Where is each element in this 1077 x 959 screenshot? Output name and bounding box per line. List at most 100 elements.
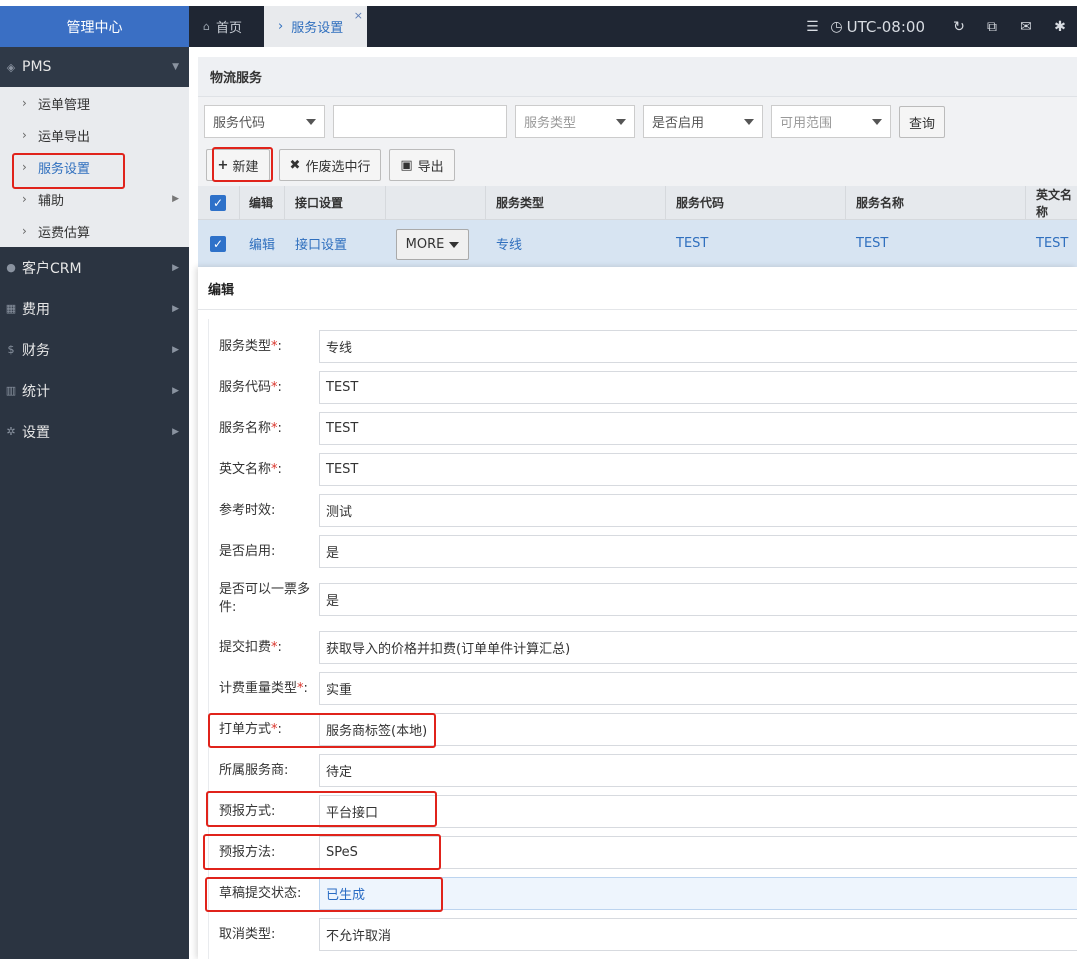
- sidebar-item-label: 服务设置: [38, 161, 91, 177]
- button-label: MORE: [405, 237, 445, 252]
- sidebar-item-label: 运单导出: [38, 129, 91, 145]
- form-row: 是否可以一票多件: 是: [209, 582, 1077, 616]
- sidebar-section-pms[interactable]: ◈ PMS ▼: [0, 47, 189, 87]
- chevron-right-icon: ›: [22, 96, 27, 110]
- caret-right-icon: ▶: [172, 344, 179, 355]
- multi-piece-field[interactable]: 是: [319, 583, 1077, 616]
- export-button[interactable]: ▣ 导出: [389, 149, 455, 181]
- filter-row: 服务代码 服务类型 是否启用 可用范围 查询: [198, 105, 1077, 139]
- field-label: 服务类型 *:: [219, 338, 282, 354]
- row-checkbox[interactable]: ✓: [210, 220, 226, 267]
- field-label: 计费重量类型 *:: [219, 680, 308, 696]
- caret-down-icon: ▼: [172, 62, 179, 72]
- field-label: 是否启用:: [219, 543, 276, 559]
- print-method-field[interactable]: 服务商标签(本地): [319, 713, 1077, 746]
- enabled-field[interactable]: 是: [319, 535, 1077, 568]
- list-icon[interactable]: ☰: [794, 19, 830, 35]
- sidebar: 管理中心 ◈ PMS ▼ › 运单管理 › 运单导出 › 服务设置 › 辅助 ▶: [0, 6, 189, 959]
- service-provider-field[interactable]: 待定: [319, 754, 1077, 787]
- refresh-icon[interactable]: ↻: [943, 19, 975, 35]
- external-link-icon[interactable]: ⧉: [975, 19, 1009, 35]
- sidebar-item-label: 运费估算: [38, 225, 91, 241]
- edit-link[interactable]: 编辑: [249, 220, 275, 267]
- column-header[interactable]: 服务名称: [856, 186, 904, 219]
- service-type-field[interactable]: 专线: [319, 330, 1077, 363]
- caret-right-icon: ▶: [172, 385, 179, 396]
- column-header[interactable]: 英文名称: [1036, 186, 1077, 219]
- button-label: 新建: [232, 159, 259, 175]
- column-header[interactable]: 编辑: [249, 186, 273, 219]
- close-icon[interactable]: ×: [354, 10, 363, 21]
- cancel-type-field[interactable]: 不允许取消: [319, 918, 1077, 951]
- enabled-select[interactable]: 是否启用: [643, 105, 763, 138]
- table-icon: ▦: [5, 302, 17, 315]
- column-header[interactable]: 服务类型: [496, 186, 544, 219]
- void-selected-button[interactable]: ✖ 作废选中行: [279, 149, 381, 181]
- service-code-field[interactable]: TEST: [319, 371, 1077, 404]
- sidebar-section-label: 客户CRM: [22, 260, 82, 277]
- check-icon: ✓: [210, 194, 226, 211]
- search-input[interactable]: [333, 105, 507, 138]
- form-row: 取消类型: 不允许取消: [209, 918, 1077, 951]
- field-label: 是否可以一票多件:: [219, 582, 311, 615]
- bug-icon[interactable]: ✱: [1043, 19, 1077, 35]
- cell-service-code: TEST: [676, 236, 709, 251]
- caret-down-icon: [449, 241, 460, 248]
- sidebar-section-settings[interactable]: ✲ 设置 ▶: [0, 411, 189, 452]
- chevron-right-icon: ›: [278, 19, 284, 34]
- select-all-checkbox[interactable]: ✓: [210, 186, 226, 219]
- sidebar-section-label: 费用: [22, 301, 50, 318]
- forecast-mode-field[interactable]: 平台接口: [319, 795, 1077, 828]
- caret-right-icon: ▶: [172, 303, 179, 314]
- service-code-select[interactable]: 服务代码: [204, 105, 325, 138]
- user-icon: ●: [6, 261, 16, 274]
- sidebar-item-freight-estimate[interactable]: › 运费估算: [0, 215, 189, 247]
- sidebar-item-waybill-export[interactable]: › 运单导出: [0, 119, 189, 151]
- sidebar-title: 管理中心: [0, 6, 189, 47]
- interface-settings-link[interactable]: 接口设置: [295, 220, 347, 267]
- sidebar-item-auxiliary[interactable]: › 辅助 ▶: [0, 183, 189, 215]
- caret-right-icon: ▶: [172, 194, 179, 204]
- draft-submit-status-field[interactable]: 已生成: [319, 877, 1077, 910]
- reference-time-field[interactable]: 测试: [319, 494, 1077, 527]
- column-header[interactable]: 接口设置: [295, 186, 343, 219]
- sidebar-section-crm[interactable]: ● 客户CRM ▶: [0, 247, 189, 288]
- edit-form: 服务类型 *: 专线 服务代码 *: TEST 服务名称 *: TEST 英文名称 *:…: [208, 319, 1077, 959]
- edit-dialog: 编辑 服务类型 *: 专线 服务代码 *: TEST 服务名称 *: TEST 英文名…: [198, 267, 1077, 959]
- service-name-field[interactable]: TEST: [319, 412, 1077, 445]
- new-button[interactable]: + 新建: [206, 149, 270, 181]
- timezone-label[interactable]: UTC-08:00: [847, 18, 925, 36]
- caret-right-icon: ▶: [172, 262, 179, 273]
- query-button[interactable]: 查询: [899, 106, 945, 138]
- caret-down-icon: [744, 119, 754, 125]
- sidebar-item-service-settings[interactable]: › 服务设置: [0, 151, 189, 183]
- scope-select[interactable]: 可用范围: [771, 105, 891, 138]
- sidebar-section-label: 设置: [22, 424, 50, 441]
- field-label: 所属服务商:: [219, 762, 289, 778]
- sidebar-section-fees[interactable]: ▦ 费用 ▶: [0, 288, 189, 329]
- tab-home[interactable]: ⌂ 首页: [189, 6, 262, 47]
- table-row[interactable]: ✓ 编辑 接口设置 MORE 专线 TEST TEST TEST: [198, 220, 1077, 267]
- tab-label: 首页: [215, 21, 242, 36]
- billing-weight-type-field[interactable]: 实重: [319, 672, 1077, 705]
- sidebar-item-waybill-manage[interactable]: › 运单管理: [0, 87, 189, 119]
- tab-service-settings[interactable]: › 服务设置 ×: [264, 6, 367, 47]
- sidebar-section-finance[interactable]: $ 财务 ▶: [0, 329, 189, 370]
- service-type-select[interactable]: 服务类型: [515, 105, 635, 138]
- sidebar-section-stats[interactable]: ▥ 统计 ▶: [0, 370, 189, 411]
- select-value: 可用范围: [780, 116, 833, 131]
- field-label: 预报方法:: [219, 844, 276, 860]
- sidebar-section-label: PMS: [22, 59, 52, 75]
- mail-icon[interactable]: ✉: [1009, 19, 1043, 35]
- more-button[interactable]: MORE: [396, 229, 469, 260]
- sidebar-item-label: 辅助: [38, 193, 65, 209]
- column-header[interactable]: 服务代码: [676, 186, 724, 219]
- cell-service-name: TEST: [856, 236, 889, 251]
- submit-deduction-field[interactable]: 获取导入的价格并扣费(订单单件计算汇总): [319, 631, 1077, 664]
- field-label: 英文名称 *:: [219, 461, 282, 477]
- forecast-method-field[interactable]: SPeS: [319, 836, 1077, 869]
- caret-down-icon: [872, 119, 882, 125]
- english-name-field[interactable]: TEST: [319, 453, 1077, 486]
- top-nav: ⌂ 首页 › 服务设置 × ☰ ◷ UTC-08:00 ↻ ⧉ ✉ ✱: [189, 6, 1077, 47]
- caret-right-icon: ▶: [172, 426, 179, 437]
